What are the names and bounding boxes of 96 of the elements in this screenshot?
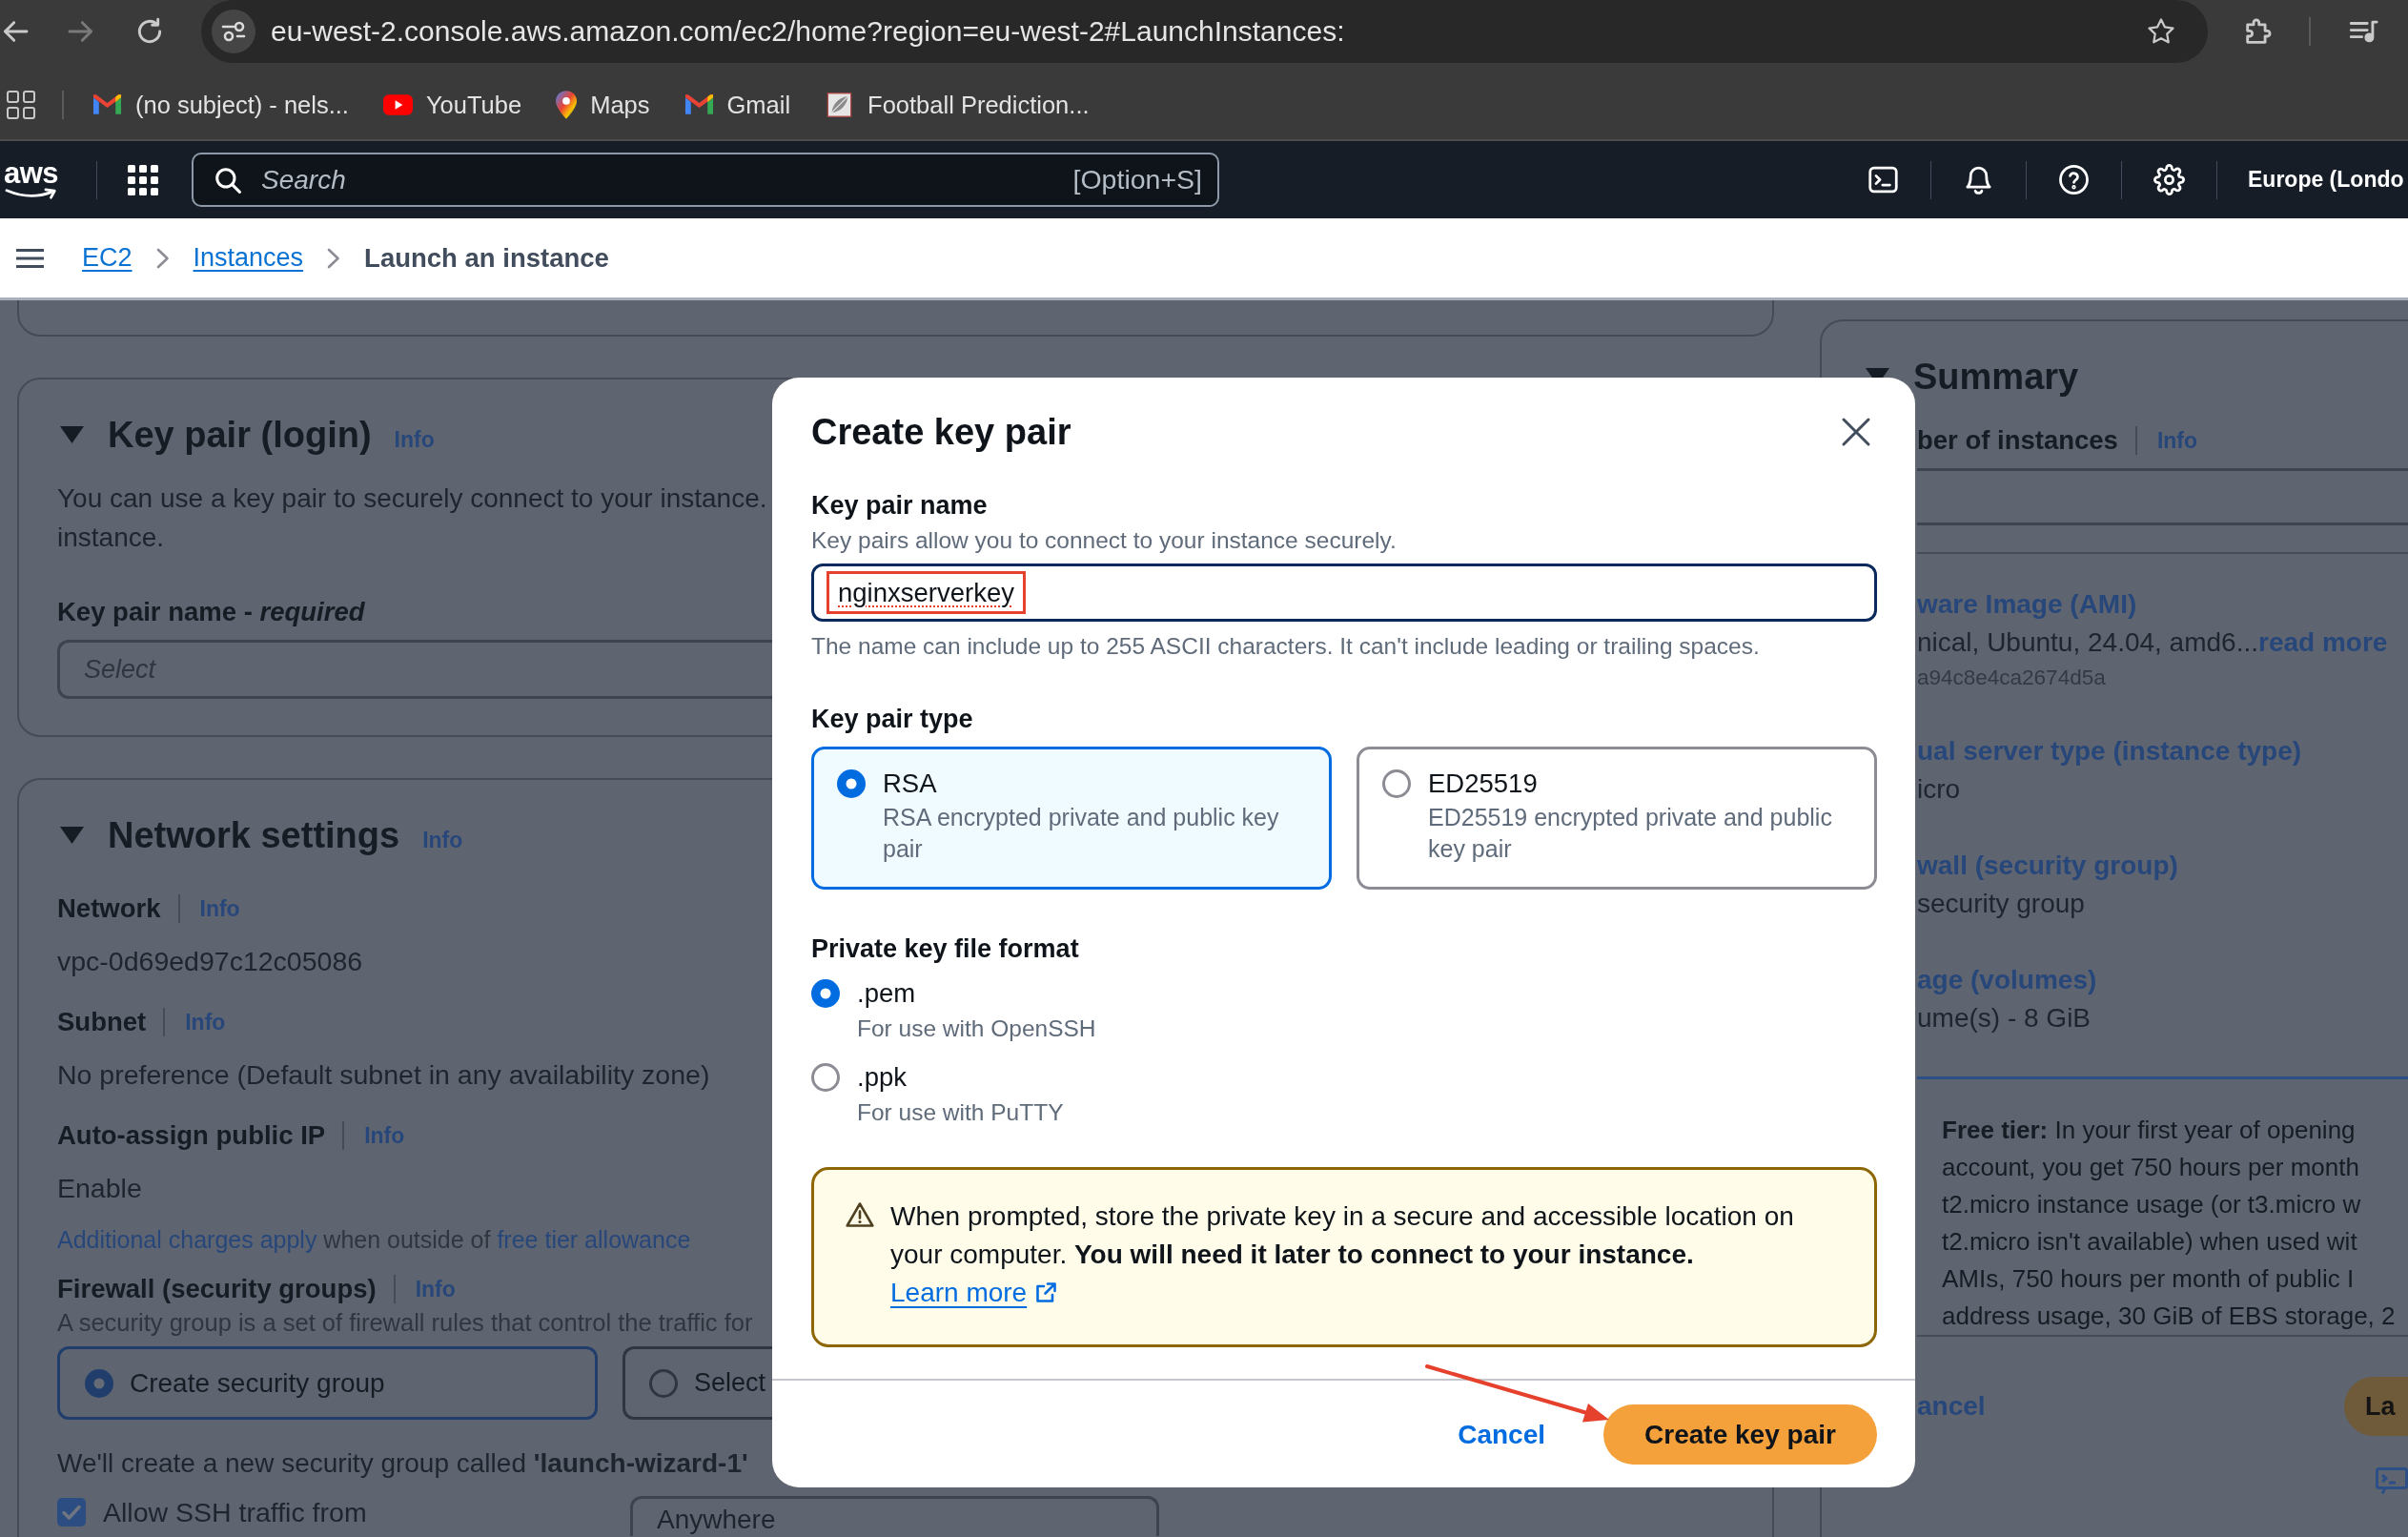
summary-link[interactable]: ual server type (instance type) [1917, 734, 2302, 768]
summary-link[interactable]: age (volumes) [1917, 963, 2097, 997]
external-link-icon [1034, 1281, 1058, 1304]
annotation-frame: nginxserverkey [826, 571, 1026, 614]
summary-value: ume(s) - 8 GiB [1917, 1002, 2092, 1035]
bookmark-item[interactable]: YouTube [382, 91, 522, 119]
radio-icon [649, 1368, 678, 1398]
radio-tile[interactable]: Create security group [57, 1346, 598, 1420]
info-link[interactable]: Info [415, 1276, 456, 1302]
info-link[interactable]: Info [422, 827, 463, 853]
field-hint: The name can include up to 255 ASCII characters. It can't include leading or trailing spaces. [811, 632, 1760, 661]
section-title: Network settings [108, 814, 400, 856]
summary-link[interactable]: wall (security group) [1917, 849, 2178, 883]
info-link[interactable]: Info [185, 1009, 226, 1035]
chevron-right-icon [326, 246, 342, 270]
summary-value: icro [1917, 773, 1961, 806]
summary-title: Summary [1913, 356, 2079, 398]
instances-input-field[interactable] [1917, 468, 2408, 525]
apps-grid-icon[interactable] [7, 91, 35, 119]
radio-icon [85, 1368, 113, 1398]
radio-icon[interactable] [811, 979, 840, 1008]
menu-icon[interactable] [16, 247, 44, 269]
charges-link[interactable]: Additional charges apply [57, 1226, 317, 1253]
field-label: Key pair name - required [57, 596, 365, 628]
field-label: Firewall (security groups) [57, 1273, 377, 1305]
cancel-link[interactable]: ancel [1917, 1391, 1986, 1422]
read-more-link[interactable]: read more [2258, 627, 2388, 657]
free-tier-link[interactable]: free tier allowance [497, 1226, 691, 1253]
bookmark-item[interactable]: (no subject) - nels... [92, 91, 349, 119]
logo[interactable]: aws [4, 159, 65, 200]
address-bar[interactable]: eu-west-2.console.aws.amazon.com/ec2/home?region=eu-west-2#LaunchInstances: [201, 0, 2208, 63]
field-label: Auto-assign public IP [57, 1119, 326, 1152]
field-value: Enable [57, 1172, 142, 1205]
chevron-right-icon [154, 246, 171, 270]
checkbox-label: Allow SSH traffic from [103, 1496, 367, 1528]
site-settings-icon[interactable] [212, 10, 255, 53]
search-field[interactable]: Search [261, 164, 1073, 195]
dialog-title: Create key pair [811, 411, 1071, 453]
grid-icon[interactable] [128, 164, 158, 195]
section-description: You can use a key pair to securely connect to your instance. instance. [57, 482, 767, 554]
radio-icon [1382, 769, 1411, 798]
checkbox-icon[interactable] [57, 1498, 86, 1527]
section-title: Key pair (login) [108, 414, 372, 456]
summary-link[interactable]: ware Image (AMI) [1917, 587, 2137, 622]
bookmark-item[interactable]: Football Prediction... [825, 91, 1090, 119]
create-key-pair-button[interactable]: Create key pair [1603, 1404, 1877, 1465]
summary-value: nical, Ubuntu, 24.04, amd6...read more [1917, 626, 2388, 659]
option-description: For use with PuTTY [857, 1098, 1064, 1127]
field-label: ber of instances [1917, 424, 2118, 457]
radio-tile[interactable]: ED25519 ED25519 encrypted private and public key pair [1357, 747, 1877, 890]
field-label: Private key file format [811, 933, 1079, 965]
cancel-button[interactable]: Cancel [1458, 1419, 1545, 1450]
keyboard-shortcut: [Option+S] [1072, 164, 1202, 195]
key-pair-name-input[interactable]: nginxserverkey [811, 564, 1877, 622]
mail-icon [92, 92, 122, 117]
warning-icon [846, 1201, 874, 1228]
breadcrumb-link[interactable]: Instances [193, 243, 304, 273]
current-page-title: Launch an instance [364, 242, 609, 274]
info-link[interactable]: Info [2156, 427, 2198, 454]
breadcrumb-link[interactable]: EC2 [82, 243, 133, 273]
field-value: No preference (Default subnet in any availability zone) [57, 1058, 710, 1092]
security-group-note: We'll create a new security group called 'launch-wizard-1' [57, 1447, 748, 1480]
map-pin-icon [556, 91, 578, 119]
field-description: Key pairs allow you to connect to your instance securely. [811, 526, 1397, 555]
field-label: Key pair type [811, 704, 973, 735]
alert-text: When prompted, store the private key in a secure and accessible location on your computer. You will need it later to connect to your instance. Learn more [890, 1200, 1795, 1309]
summary-value: security group [1917, 888, 2085, 920]
close-icon[interactable] [1841, 417, 1871, 447]
terminal-icon[interactable] [1867, 164, 1899, 195]
source-select[interactable]: Anywhere [630, 1496, 1159, 1536]
mail-icon [684, 92, 714, 117]
search-bar[interactable]: Search [Option+S] [192, 153, 1219, 207]
radio-tile[interactable]: RSA RSA encrypted private and public key pair [811, 747, 1332, 890]
field-label: Key pair name [811, 490, 988, 522]
info-link[interactable]: Info [199, 895, 240, 922]
launch-button[interactable]: La [2344, 1377, 2408, 1436]
bookmark-star-icon[interactable] [2147, 17, 2175, 46]
free-tier-text: Free tier: In your first year of opening account, you get 750 hours per month t2.micro instance usage (or t3.micro w t2.micro isn't available) when used wit AMIs, 750 hours per month of public I address usage, 30 GiB of EBS storage, 2 [1942, 1115, 2396, 1332]
play-icon [382, 92, 413, 117]
radio-icon[interactable] [811, 1063, 840, 1092]
radio-label: .pem [857, 977, 916, 1010]
field-label: Subnet [57, 1006, 147, 1038]
search-icon [214, 166, 241, 194]
bookmark-item[interactable]: Gmail [684, 91, 791, 119]
info-link[interactable]: Info [394, 426, 435, 453]
info-link[interactable]: Info [364, 1122, 405, 1149]
field-value: vpc-0d69ed97c12c05086 [57, 945, 363, 978]
option-description: For use with OpenSSH [857, 1014, 1096, 1043]
region-selector[interactable]: Europe (Londo [2248, 167, 2408, 193]
field-label: Network [57, 892, 161, 925]
learn-more-link[interactable]: Learn more [890, 1278, 1058, 1307]
bookmark-item[interactable]: Maps [556, 91, 650, 119]
radio-icon [837, 769, 866, 798]
radio-label: .ppk [857, 1061, 907, 1094]
help-icon[interactable] [2058, 164, 2090, 195]
settings-icon[interactable] [2153, 164, 2185, 195]
